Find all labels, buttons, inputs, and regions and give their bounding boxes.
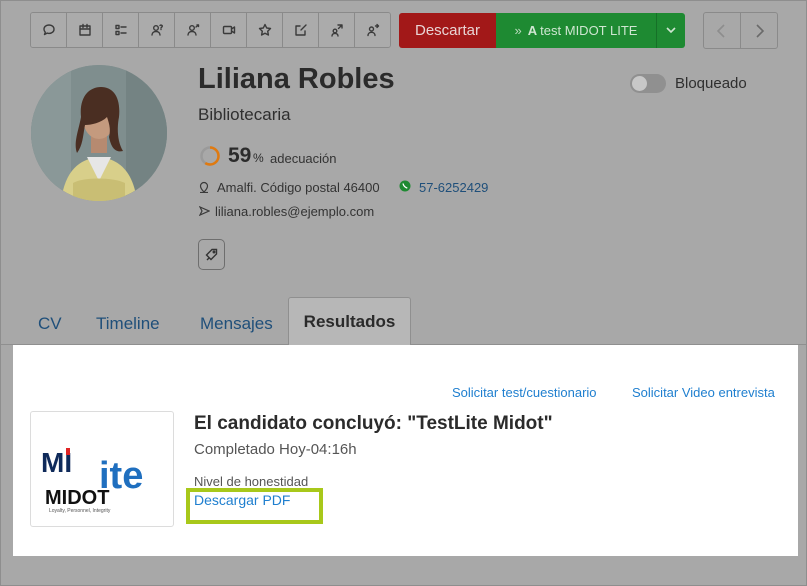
- tab-timeline[interactable]: Timeline: [96, 314, 160, 334]
- user-question-icon[interactable]: [139, 13, 175, 47]
- midot-lite-logo: MI ite MIDOT Loyalty, Personnel, Integri…: [30, 411, 174, 527]
- match-score-ring: [200, 146, 220, 166]
- app-window: Descartar » A test MIDOT LITE Liliana Ro…: [0, 0, 807, 586]
- chat-icon[interactable]: [31, 13, 67, 47]
- next-candidate-button[interactable]: [740, 12, 778, 49]
- honesty-level-label: Nivel de honestidad: [194, 474, 309, 489]
- tab-cv[interactable]: CV: [38, 314, 62, 334]
- match-score-value: 59: [228, 144, 252, 167]
- request-test-link[interactable]: Solicitar test/cuestionario: [452, 385, 597, 400]
- match-score-label: adecuación: [270, 151, 337, 166]
- add-tag-button[interactable]: [198, 239, 225, 270]
- candidate-name: Liliana Robles: [198, 63, 395, 95]
- highlight-box: [186, 488, 323, 524]
- chevron-left-icon: [716, 23, 725, 38]
- location-pin-icon: [199, 181, 209, 193]
- double-chevron-icon: »: [514, 23, 522, 38]
- video-icon[interactable]: [211, 13, 247, 47]
- chevron-right-icon: [756, 23, 765, 38]
- action-toolbar: [30, 12, 391, 48]
- calendar-icon[interactable]: [67, 13, 103, 47]
- avatar: [31, 65, 167, 201]
- user-transfer-icon[interactable]: [319, 13, 355, 47]
- candidate-email: liliana.robles@ejemplo.com: [215, 204, 375, 219]
- candidate-role: Bibliotecaria: [198, 105, 291, 124]
- candidate-phone-link[interactable]: 57-6252429: [419, 180, 488, 195]
- blocked-toggle[interactable]: [630, 74, 666, 93]
- send-test-button[interactable]: » A test MIDOT LITE: [496, 13, 656, 48]
- discard-button[interactable]: Descartar: [399, 13, 496, 48]
- send-test-dropdown[interactable]: [656, 13, 685, 48]
- previous-candidate-button[interactable]: [703, 12, 741, 49]
- send-test-label: test MIDOT LITE: [540, 23, 638, 38]
- user-forward-icon[interactable]: [355, 13, 390, 47]
- checklist-icon[interactable]: [103, 13, 139, 47]
- results-panel: Solicitar test/cuestionario Solicitar Vi…: [13, 345, 798, 556]
- tab-mensajes[interactable]: Mensajes: [200, 314, 273, 334]
- candidate-location: Amalfi. Código postal 46400: [217, 180, 380, 195]
- tab-resultados[interactable]: Resultados: [288, 297, 411, 346]
- logo-tagline: Loyalty, Personnel, Integrity: [49, 508, 111, 514]
- chevron-down-icon: [666, 27, 676, 34]
- match-score-unit: %: [253, 151, 264, 165]
- star-icon[interactable]: [247, 13, 283, 47]
- test-concluded-title: El candidato concluyó: "TestLite Midot": [194, 413, 553, 434]
- test-completed-time: Completado Hoy-04:16h: [194, 441, 357, 458]
- send-icon: [199, 206, 210, 216]
- whatsapp-icon: [399, 180, 411, 192]
- tag-icon: [205, 248, 218, 261]
- send-test-prefix: A: [527, 23, 538, 38]
- user-share-icon[interactable]: [175, 13, 211, 47]
- request-video-link[interactable]: Solicitar Video entrevista: [632, 385, 775, 400]
- logo-text-midot: MIDOT: [45, 487, 109, 509]
- toggle-knob: [632, 76, 647, 91]
- edit-icon[interactable]: [283, 13, 319, 47]
- blocked-label: Bloqueado: [675, 75, 747, 92]
